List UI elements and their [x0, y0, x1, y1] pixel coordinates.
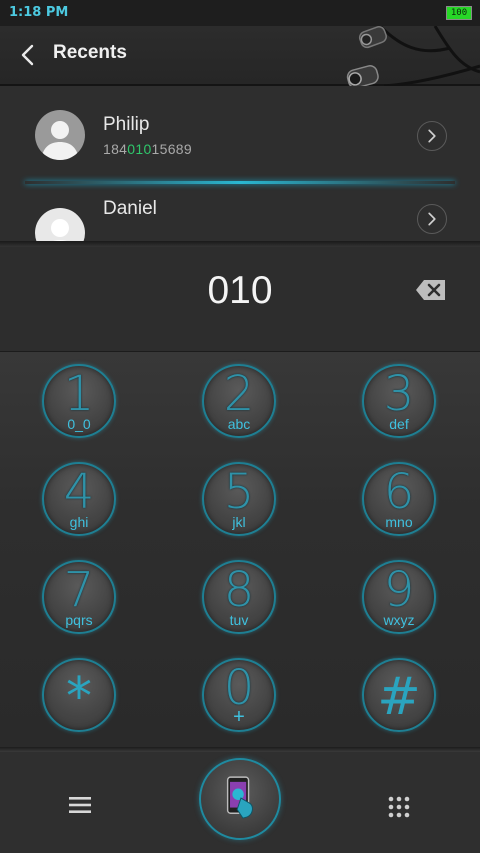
- avatar: [35, 208, 85, 242]
- title-bar: Recents: [0, 26, 480, 89]
- call-button[interactable]: [199, 758, 281, 840]
- recents-list: Philip 18401015689 Daniel: [0, 86, 480, 242]
- star-symbol: *: [66, 667, 92, 727]
- contact-details-button[interactable]: [417, 121, 447, 151]
- avatar: [35, 110, 85, 160]
- bottom-bar: [0, 752, 480, 853]
- contact-number: 18401015689: [103, 141, 192, 157]
- dialed-number: 010: [207, 269, 273, 312]
- key-1[interactable]: 1 0_0: [42, 364, 116, 438]
- list-item[interactable]: Daniel: [0, 184, 480, 242]
- back-arrow-icon[interactable]: [18, 42, 38, 68]
- dialpad-grid-icon[interactable]: [388, 796, 410, 818]
- key-5[interactable]: 5 jkl: [202, 462, 276, 536]
- status-time: 1:18 PM: [9, 5, 69, 20]
- key-7[interactable]: 7 pqrs: [42, 560, 116, 634]
- battery-icon: 100: [446, 6, 472, 20]
- hash-symbol: #: [377, 667, 421, 727]
- plus-label: +: [233, 706, 245, 728]
- contact-details-button[interactable]: [417, 204, 447, 234]
- chevron-right-icon: [428, 212, 436, 226]
- key-3[interactable]: 3 def: [362, 364, 436, 438]
- list-item[interactable]: Philip 18401015689: [0, 86, 480, 184]
- key-9[interactable]: 9 wxyz: [362, 560, 436, 634]
- chevron-right-icon: [428, 129, 436, 143]
- key-hash[interactable]: #: [362, 658, 436, 732]
- menu-icon[interactable]: [69, 796, 91, 814]
- key-0[interactable]: 0 +: [202, 658, 276, 732]
- number-display: 010: [0, 247, 480, 352]
- voicemail-label: 0_0: [67, 416, 91, 432]
- number-match-highlight: 010: [127, 141, 152, 157]
- dialpad: 1 0_0 2 abc 3 def 4 ghi 5 jkl 6 mno 7 pq…: [0, 352, 480, 747]
- contact-name: Philip: [103, 114, 150, 135]
- key-8[interactable]: 8 tuv: [202, 560, 276, 634]
- contact-name: Daniel: [103, 198, 157, 219]
- backspace-icon[interactable]: [415, 279, 447, 301]
- key-6[interactable]: 6 mno: [362, 462, 436, 536]
- call-icon: [226, 776, 253, 819]
- page-title: Recents: [53, 42, 127, 63]
- key-4[interactable]: 4 ghi: [42, 462, 116, 536]
- status-bar: 1:18 PM 100: [0, 0, 480, 26]
- key-2[interactable]: 2 abc: [202, 364, 276, 438]
- key-star[interactable]: *: [42, 658, 116, 732]
